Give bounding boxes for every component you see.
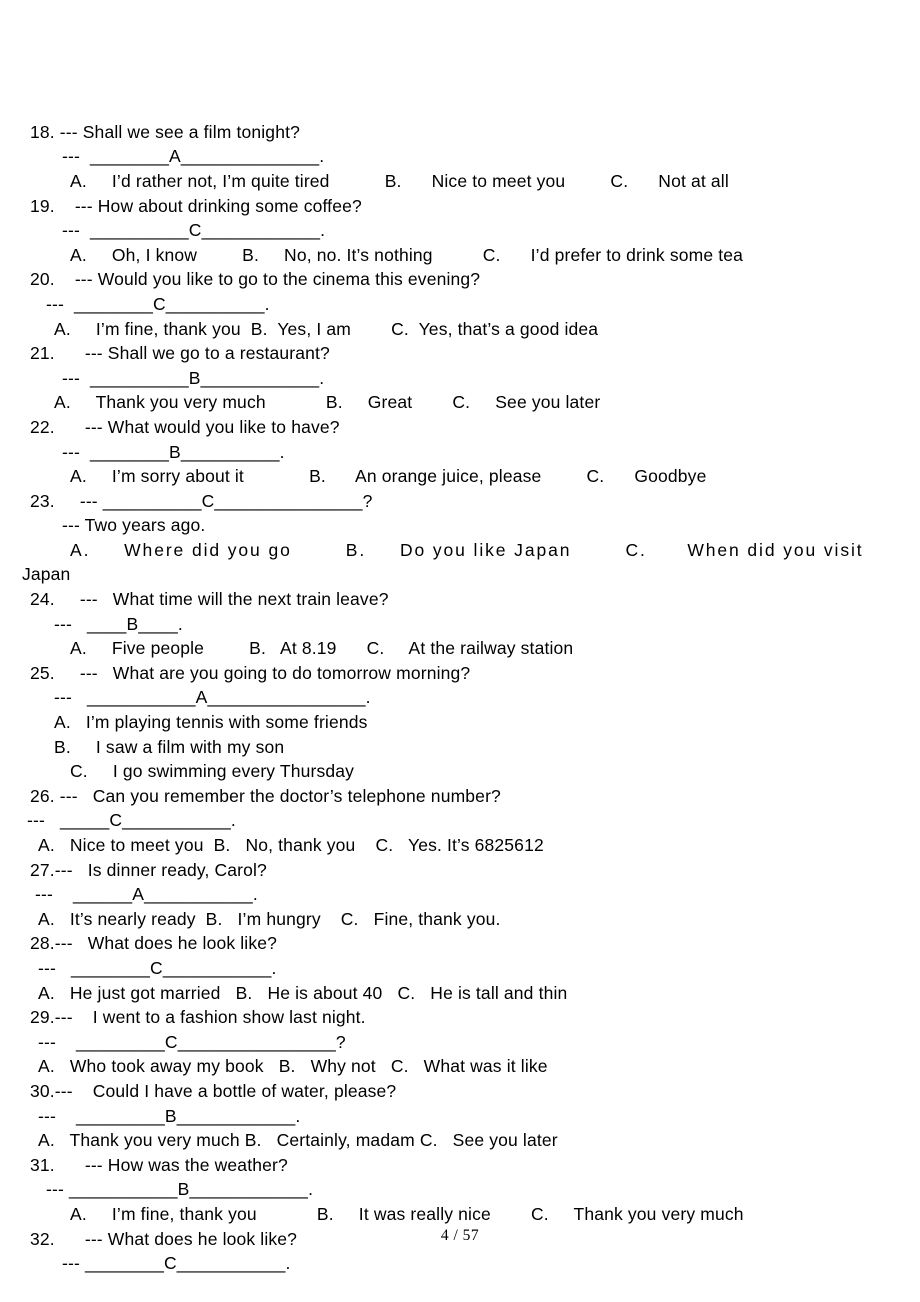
text-line-q21-options: A. Thank you very much B. Great C. See y… [54,392,601,413]
text-line-q27-stem: 27.--- Is dinner ready, Carol? [30,859,267,880]
text-line-q23-answer: 23. --- __________C_______________? [30,490,373,511]
text-line-q21-answer: --- __________B____________. [62,367,325,388]
text-line-q25-option-a: A. I’m playing tennis with some friends [54,712,368,733]
text-line-q20-stem: 20. --- Would you like to go to the cine… [30,269,481,290]
text-line-q28-answer: --- ________C___________. [38,957,277,978]
text-line-q23-stem: --- Two years ago. [62,515,206,536]
text-line-q32-answer: --- ________C___________. [62,1253,291,1274]
text-line-q19-stem: 19. --- How about drinking some coffee? [30,195,362,216]
text-line-q30-options: A. Thank you very much B. Certainly, mad… [38,1130,558,1151]
text-line-q22-stem: 22. --- What would you like to have? [30,416,340,437]
text-line-q28-options: A. He just got married B. He is about 40… [38,982,568,1003]
text-line-q19-answer: --- __________C____________. [62,220,326,241]
text-line-q24-answer: --- ____B____. [54,613,183,634]
text-line-q29-options: A. Who took away my book B. Why not C. W… [38,1056,548,1077]
text-line-q21-stem: 21. --- Shall we go to a restaurant? [30,343,330,364]
text-line-q25-stem: 25. --- What are you going to do tomorro… [30,662,471,683]
text-line-q22-answer: --- ________B__________. [62,441,285,462]
page-number-label: 4 / 57 [440,1227,480,1244]
text-line-q20-answer: --- ________C__________. [46,293,270,314]
text-line-q23-options-cont: Japan [22,564,71,585]
text-line-q27-options: A. It’s nearly ready B. I’m hungry C. Fi… [38,908,501,929]
text-line-q27-answer: --- ______A___________. [30,884,258,905]
text-line-q30-stem: 30.--- Could I have a bottle of water, p… [30,1080,397,1101]
text-line-q31-stem: 31. --- How was the weather? [30,1154,288,1175]
text-line-q18-options: A. I’d rather not, I’m quite tired B. Ni… [70,170,729,191]
text-line-q26-stem: 26. --- Can you remember the doctor’s te… [30,785,501,806]
text-line-q18-stem: 18. --- Shall we see a film tonight? [30,121,300,142]
document-page: 18. --- Shall we see a film tonight? --- … [0,0,920,1302]
text-line-q18-answer: --- ________A______________. [62,146,325,167]
text-line-q30-answer: --- _________B____________. [38,1105,301,1126]
text-line-q24-options: A. Five people B. At 8.19 C. At the rail… [70,638,574,659]
text-line-q28-stem: 28.--- What does he look like? [30,933,277,954]
text-line-q19-options: A. Oh, I know B. No, no. It’s nothing C.… [70,244,743,265]
text-line-q31-options: A. I’m fine, thank you B. It was really … [70,1203,744,1224]
text-line-q25-option-c: C. I go swimming every Thursday [70,761,355,782]
text-line-q23-options: A. Where did you go B. Do you like Japan… [70,539,864,560]
text-line-q26-options: A. Nice to meet you B. No, thank you C. … [38,835,544,855]
exam-questions-body: 18. --- Shall we see a film tonight? --- … [22,46,898,1276]
page-footer: 4 / 57 [0,1227,920,1245]
text-line-q25-option-b: B. I saw a film with my son [54,736,285,757]
text-line-q26-answer: --- _____C___________. [22,810,236,831]
text-line-q25-answer: --- ___________A________________. [54,687,371,708]
text-line-q31-answer: --- ___________B____________. [46,1179,314,1200]
text-line-q20-options: A. I’m fine, thank you B. Yes, I am C. Y… [54,318,599,339]
text-line-q22-options: A. I’m sorry about it B. An orange juice… [70,466,707,487]
text-line-q24-stem: 24. --- What time will the next train le… [30,589,389,610]
text-line-q29-stem: 29.--- I went to a fashion show last nig… [30,1007,366,1028]
text-line-q29-answer: --- _________C________________? [38,1031,346,1052]
